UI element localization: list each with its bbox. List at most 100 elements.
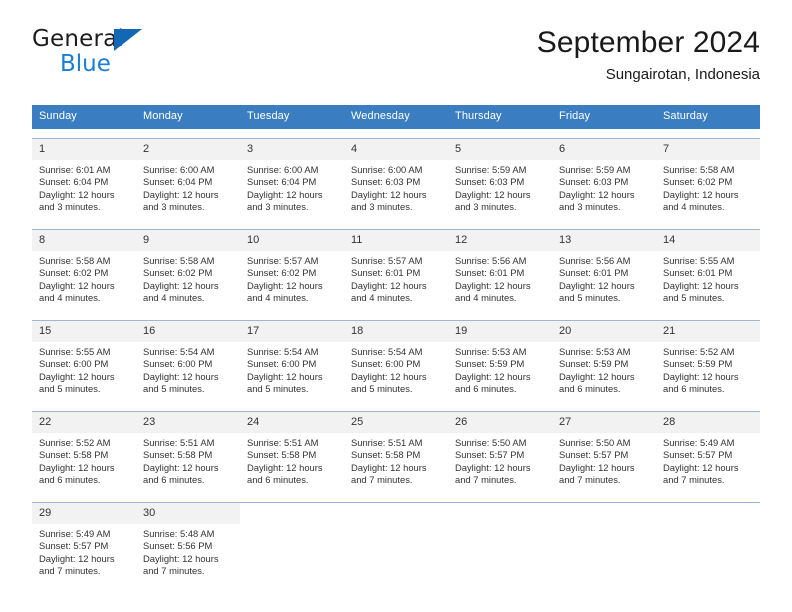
day-details: Sunrise: 5:55 AM Sunset: 6:01 PM Dayligh…: [656, 251, 760, 305]
day-number: 3: [240, 139, 344, 160]
day-details: Sunrise: 5:54 AM Sunset: 6:00 PM Dayligh…: [136, 342, 240, 396]
day-cell[interactable]: 16 Sunrise: 5:54 AM Sunset: 6:00 PM Dayl…: [136, 321, 240, 402]
day-cell[interactable]: 26 Sunrise: 5:50 AM Sunset: 5:57 PM Dayl…: [448, 412, 552, 493]
day-cell-empty: [240, 503, 344, 584]
day-cell[interactable]: 8 Sunrise: 5:58 AM Sunset: 6:02 PM Dayli…: [32, 230, 136, 311]
sunset-text: Sunset: 5:58 PM: [351, 449, 421, 461]
day-details: Sunrise: 5:53 AM Sunset: 5:59 PM Dayligh…: [552, 342, 656, 396]
sunrise-text: Sunrise: 5:54 AM: [247, 346, 319, 357]
day-cell[interactable]: 12 Sunrise: 5:56 AM Sunset: 6:01 PM Dayl…: [448, 230, 552, 311]
daylight-text-line2: and 5 minutes.: [143, 383, 205, 395]
sunset-text: Sunset: 6:00 PM: [39, 358, 109, 370]
day-cell[interactable]: 1 Sunrise: 6:01 AM Sunset: 6:04 PM Dayli…: [32, 139, 136, 220]
day-cell[interactable]: 15 Sunrise: 5:55 AM Sunset: 6:00 PM Dayl…: [32, 321, 136, 402]
week-row: 15 Sunrise: 5:55 AM Sunset: 6:00 PM Dayl…: [32, 320, 760, 402]
sunrise-text: Sunrise: 5:53 AM: [559, 346, 631, 357]
daylight-text-line2: and 4 minutes.: [39, 292, 101, 304]
daylight-text-line2: and 6 minutes.: [559, 383, 621, 395]
daylight-text-line2: and 6 minutes.: [143, 474, 205, 486]
day-number: 2: [136, 139, 240, 160]
daylight-text-line1: Daylight: 12 hours: [455, 279, 531, 291]
day-cell[interactable]: 2 Sunrise: 6:00 AM Sunset: 6:04 PM Dayli…: [136, 139, 240, 220]
daylight-text-line1: Daylight: 12 hours: [39, 279, 115, 291]
day-cell[interactable]: 17 Sunrise: 5:54 AM Sunset: 6:00 PM Dayl…: [240, 321, 344, 402]
day-cell[interactable]: 9 Sunrise: 5:58 AM Sunset: 6:02 PM Dayli…: [136, 230, 240, 311]
day-details: Sunrise: 5:49 AM Sunset: 5:57 PM Dayligh…: [32, 524, 136, 578]
day-cell[interactable]: 29 Sunrise: 5:49 AM Sunset: 5:57 PM Dayl…: [32, 503, 136, 584]
day-cell[interactable]: 19 Sunrise: 5:53 AM Sunset: 5:59 PM Dayl…: [448, 321, 552, 402]
day-cell[interactable]: 24 Sunrise: 5:51 AM Sunset: 5:58 PM Dayl…: [240, 412, 344, 493]
daylight-text-line1: Daylight: 12 hours: [247, 188, 323, 200]
daylight-text-line1: Daylight: 12 hours: [143, 370, 219, 382]
daylight-text-line1: Daylight: 12 hours: [39, 188, 115, 200]
daylight-text-line1: Daylight: 12 hours: [559, 461, 635, 473]
day-cell[interactable]: 28 Sunrise: 5:49 AM Sunset: 5:57 PM Dayl…: [656, 412, 760, 493]
day-number: [656, 503, 760, 524]
daylight-text-line1: Daylight: 12 hours: [143, 552, 219, 564]
daylight-text-line2: and 7 minutes.: [455, 474, 517, 486]
day-cell[interactable]: 22 Sunrise: 5:52 AM Sunset: 5:58 PM Dayl…: [32, 412, 136, 493]
day-cell[interactable]: 21 Sunrise: 5:52 AM Sunset: 5:59 PM Dayl…: [656, 321, 760, 402]
sunset-text: Sunset: 6:04 PM: [247, 176, 317, 188]
day-details: Sunrise: 5:50 AM Sunset: 5:57 PM Dayligh…: [552, 433, 656, 487]
day-cell[interactable]: 5 Sunrise: 5:59 AM Sunset: 6:03 PM Dayli…: [448, 139, 552, 220]
page-header: General Blue September 2024 Sungairotan,…: [32, 26, 760, 94]
title-block: September 2024 Sungairotan, Indonesia: [537, 24, 760, 86]
weekday-sunday: Sunday: [39, 110, 77, 122]
sunrise-text: Sunrise: 5:58 AM: [663, 164, 735, 175]
general-blue-logo[interactable]: General Blue: [32, 26, 292, 77]
day-number: 7: [656, 139, 760, 160]
day-cell[interactable]: 20 Sunrise: 5:53 AM Sunset: 5:59 PM Dayl…: [552, 321, 656, 402]
daylight-text-line2: and 3 minutes.: [39, 201, 101, 213]
day-number: 12: [448, 230, 552, 251]
day-cell[interactable]: 10 Sunrise: 5:57 AM Sunset: 6:02 PM Dayl…: [240, 230, 344, 311]
day-number: 4: [344, 139, 448, 160]
day-cell[interactable]: 11 Sunrise: 5:57 AM Sunset: 6:01 PM Dayl…: [344, 230, 448, 311]
daylight-text-line2: and 5 minutes.: [247, 383, 309, 395]
day-cell[interactable]: 23 Sunrise: 5:51 AM Sunset: 5:58 PM Dayl…: [136, 412, 240, 493]
daylight-text-line1: Daylight: 12 hours: [559, 370, 635, 382]
sunrise-text: Sunrise: 5:55 AM: [39, 346, 111, 357]
day-cell[interactable]: 27 Sunrise: 5:50 AM Sunset: 5:57 PM Dayl…: [552, 412, 656, 493]
sunrise-text: Sunrise: 5:51 AM: [143, 437, 215, 448]
sunrise-text: Sunrise: 5:50 AM: [455, 437, 527, 448]
sunset-text: Sunset: 6:02 PM: [39, 267, 109, 279]
sunset-text: Sunset: 6:03 PM: [559, 176, 629, 188]
daylight-text-line1: Daylight: 12 hours: [663, 279, 739, 291]
day-number: 8: [32, 230, 136, 251]
day-cell[interactable]: 18 Sunrise: 5:54 AM Sunset: 6:00 PM Dayl…: [344, 321, 448, 402]
day-cell[interactable]: 25 Sunrise: 5:51 AM Sunset: 5:58 PM Dayl…: [344, 412, 448, 493]
sunrise-text: Sunrise: 5:56 AM: [559, 255, 631, 266]
sunrise-text: Sunrise: 5:54 AM: [351, 346, 423, 357]
sunset-text: Sunset: 6:02 PM: [247, 267, 317, 279]
daylight-text-line1: Daylight: 12 hours: [247, 461, 323, 473]
daylight-text-line1: Daylight: 12 hours: [351, 461, 427, 473]
calendar-page: General Blue September 2024 Sungairotan,…: [0, 0, 792, 612]
sunrise-text: Sunrise: 5:57 AM: [351, 255, 423, 266]
sunset-text: Sunset: 5:56 PM: [143, 540, 213, 552]
day-cell[interactable]: 14 Sunrise: 5:55 AM Sunset: 6:01 PM Dayl…: [656, 230, 760, 311]
daylight-text-line1: Daylight: 12 hours: [663, 370, 739, 382]
daylight-text-line1: Daylight: 12 hours: [247, 370, 323, 382]
day-cell[interactable]: 7 Sunrise: 5:58 AM Sunset: 6:02 PM Dayli…: [656, 139, 760, 220]
daylight-text-line2: and 4 minutes.: [663, 201, 725, 213]
weekday-monday: Monday: [143, 110, 183, 122]
daylight-text-line1: Daylight: 12 hours: [143, 279, 219, 291]
sunset-text: Sunset: 6:04 PM: [39, 176, 109, 188]
daylight-text-line1: Daylight: 12 hours: [351, 279, 427, 291]
day-cell[interactable]: 4 Sunrise: 6:00 AM Sunset: 6:03 PM Dayli…: [344, 139, 448, 220]
daylight-text-line1: Daylight: 12 hours: [455, 461, 531, 473]
daylight-text-line2: and 6 minutes.: [39, 474, 101, 486]
day-details: Sunrise: 5:54 AM Sunset: 6:00 PM Dayligh…: [344, 342, 448, 396]
day-cell[interactable]: 30 Sunrise: 5:48 AM Sunset: 5:56 PM Dayl…: [136, 503, 240, 584]
sunset-text: Sunset: 5:58 PM: [247, 449, 317, 461]
day-cell[interactable]: 13 Sunrise: 5:56 AM Sunset: 6:01 PM Dayl…: [552, 230, 656, 311]
day-details: Sunrise: 5:58 AM Sunset: 6:02 PM Dayligh…: [656, 160, 760, 214]
sunset-text: Sunset: 6:01 PM: [351, 267, 421, 279]
sunrise-text: Sunrise: 5:49 AM: [39, 528, 111, 539]
day-cell[interactable]: 6 Sunrise: 5:59 AM Sunset: 6:03 PM Dayli…: [552, 139, 656, 220]
sunset-text: Sunset: 5:57 PM: [455, 449, 525, 461]
sunrise-text: Sunrise: 5:51 AM: [247, 437, 319, 448]
day-cell[interactable]: 3 Sunrise: 6:00 AM Sunset: 6:04 PM Dayli…: [240, 139, 344, 220]
daylight-text-line2: and 6 minutes.: [663, 383, 725, 395]
